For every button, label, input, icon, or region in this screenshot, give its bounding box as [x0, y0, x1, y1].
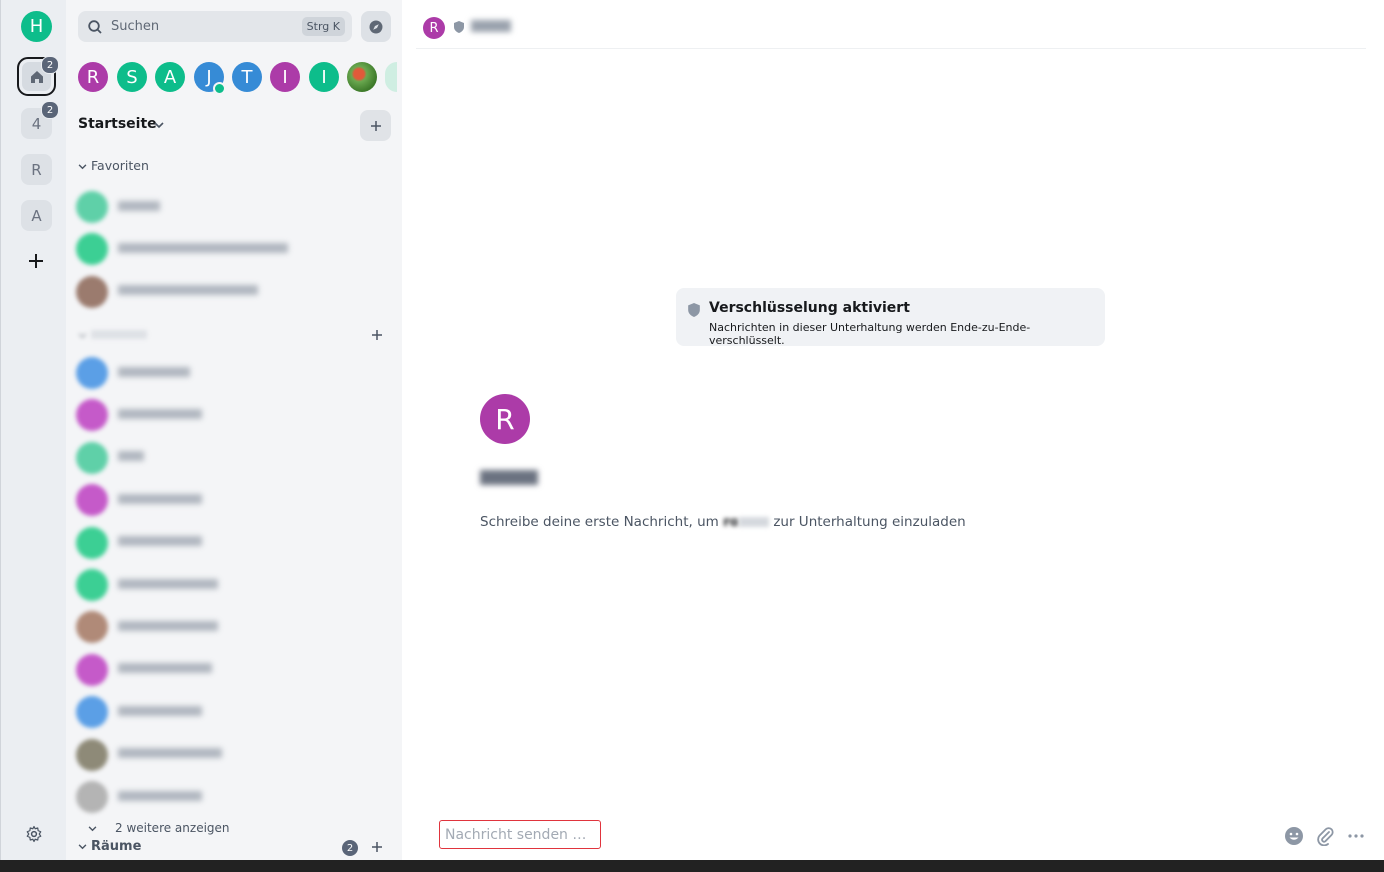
plus-icon[interactable] [371, 841, 383, 853]
space-item-r[interactable]: R [21, 154, 52, 185]
search-shortcut: Strg K [301, 17, 345, 36]
add-room-button[interactable] [360, 110, 391, 141]
recent-avatar-partial[interactable] [385, 62, 397, 92]
list-item[interactable] [76, 653, 212, 687]
redacted-name [118, 578, 218, 593]
plus-icon[interactable] [371, 329, 383, 341]
redacted-name [118, 747, 222, 762]
chevron-down-icon [78, 333, 87, 339]
recent-avatar[interactable]: S [117, 62, 147, 92]
message-composer[interactable] [439, 820, 601, 849]
avatar [76, 738, 108, 771]
chevron-down-icon[interactable] [154, 122, 164, 129]
list-item[interactable] [76, 780, 202, 814]
list-item[interactable] [76, 738, 222, 772]
list-item[interactable] [76, 232, 288, 266]
avatar [76, 357, 108, 389]
list-item[interactable] [76, 398, 202, 432]
partner-name-redacted [480, 470, 538, 490]
list-item[interactable] [76, 190, 160, 224]
recent-avatar[interactable]: I [270, 62, 300, 92]
home-badge: 2 [41, 56, 59, 74]
encryption-description: Nachrichten in dieser Unterhaltung werde… [709, 321, 1031, 347]
search-bar[interactable]: Suchen Strg K [78, 11, 352, 42]
message-input[interactable] [443, 825, 597, 844]
recent-avatar[interactable]: R [78, 62, 108, 92]
room-avatar[interactable]: R [423, 17, 445, 39]
plus-icon[interactable] [27, 252, 45, 270]
redacted-name [118, 535, 202, 550]
redacted-name [118, 200, 160, 215]
explore-rooms-button[interactable] [361, 11, 391, 42]
window-bottom-edge [0, 860, 1384, 872]
recent-avatar[interactable]: I [309, 62, 339, 92]
redacted-name [118, 620, 218, 635]
rooms-header[interactable]: Räume [78, 839, 141, 854]
gear-icon[interactable] [25, 825, 43, 843]
avatar [76, 399, 108, 432]
avatar [76, 611, 108, 644]
recent-avatar-image[interactable] [347, 62, 377, 92]
redacted-name [118, 242, 288, 257]
redacted-name [118, 790, 202, 805]
emoji-icon[interactable] [1284, 826, 1304, 846]
shield-icon [688, 303, 700, 317]
redacted-name [118, 705, 202, 720]
list-item[interactable] [76, 441, 144, 475]
avatar [76, 696, 108, 729]
section-title[interactable]: Startseite [78, 116, 157, 132]
redacted-name [118, 450, 144, 465]
list-item[interactable] [76, 568, 218, 602]
favorites-header[interactable]: Favoriten [78, 158, 149, 173]
chevron-down-icon [78, 164, 87, 170]
avatar [76, 653, 108, 686]
list-item[interactable] [76, 483, 202, 517]
avatar [76, 233, 108, 266]
shield-icon [454, 21, 464, 33]
room-header[interactable]: R [416, 12, 1366, 49]
avatar [76, 191, 108, 223]
space-item-a[interactable]: A [21, 200, 52, 231]
avatar [76, 484, 108, 517]
redacted-name [118, 366, 190, 381]
partner-avatar[interactable]: R [480, 394, 530, 444]
show-more-link[interactable]: 2 weitere anzeigen [88, 821, 230, 835]
avatar [76, 526, 108, 559]
encryption-notice: Verschlüsselung aktiviert Nachrichten in… [676, 288, 1105, 347]
list-item[interactable] [76, 695, 202, 729]
people-header[interactable] [78, 327, 147, 342]
plus-icon [370, 120, 381, 131]
list-item[interactable] [76, 356, 190, 390]
recent-avatar[interactable]: A [155, 62, 185, 92]
attachment-icon[interactable] [1315, 826, 1335, 846]
space-bar: H 2 4 2 R A [0, 0, 66, 860]
redacted-name [118, 284, 258, 299]
chevron-down-icon [78, 844, 87, 850]
avatar [76, 275, 108, 308]
chevron-down-icon [88, 826, 97, 832]
more-options-icon[interactable] [1346, 826, 1366, 846]
rooms-badge: 2 [342, 840, 358, 856]
space-badge: 2 [41, 101, 59, 119]
room-list-panel: Suchen Strg K R S A J T I I Startseite F… [66, 0, 402, 860]
list-item[interactable] [76, 526, 202, 560]
redacted-name [118, 662, 212, 677]
compass-icon [369, 20, 383, 33]
avatar [76, 441, 108, 474]
room-view: R Verschlüsselung aktiviert Nachrichten … [402, 0, 1384, 860]
redacted-name [118, 493, 202, 508]
list-item[interactable] [76, 610, 218, 644]
user-avatar[interactable]: H [21, 11, 52, 42]
search-icon [88, 19, 102, 34]
encryption-title: Verschlüsselung aktiviert [709, 300, 910, 316]
list-item[interactable] [76, 275, 258, 309]
avatar [76, 569, 108, 601]
redacted-name [118, 408, 202, 423]
room-name-redacted [471, 18, 511, 33]
online-indicator [213, 82, 226, 95]
search-placeholder: Suchen [111, 19, 160, 34]
intro-text: Schreibe deine erste Nachricht, um ro zu… [480, 514, 966, 530]
avatar [76, 781, 108, 813]
recent-avatar[interactable]: T [232, 62, 262, 92]
